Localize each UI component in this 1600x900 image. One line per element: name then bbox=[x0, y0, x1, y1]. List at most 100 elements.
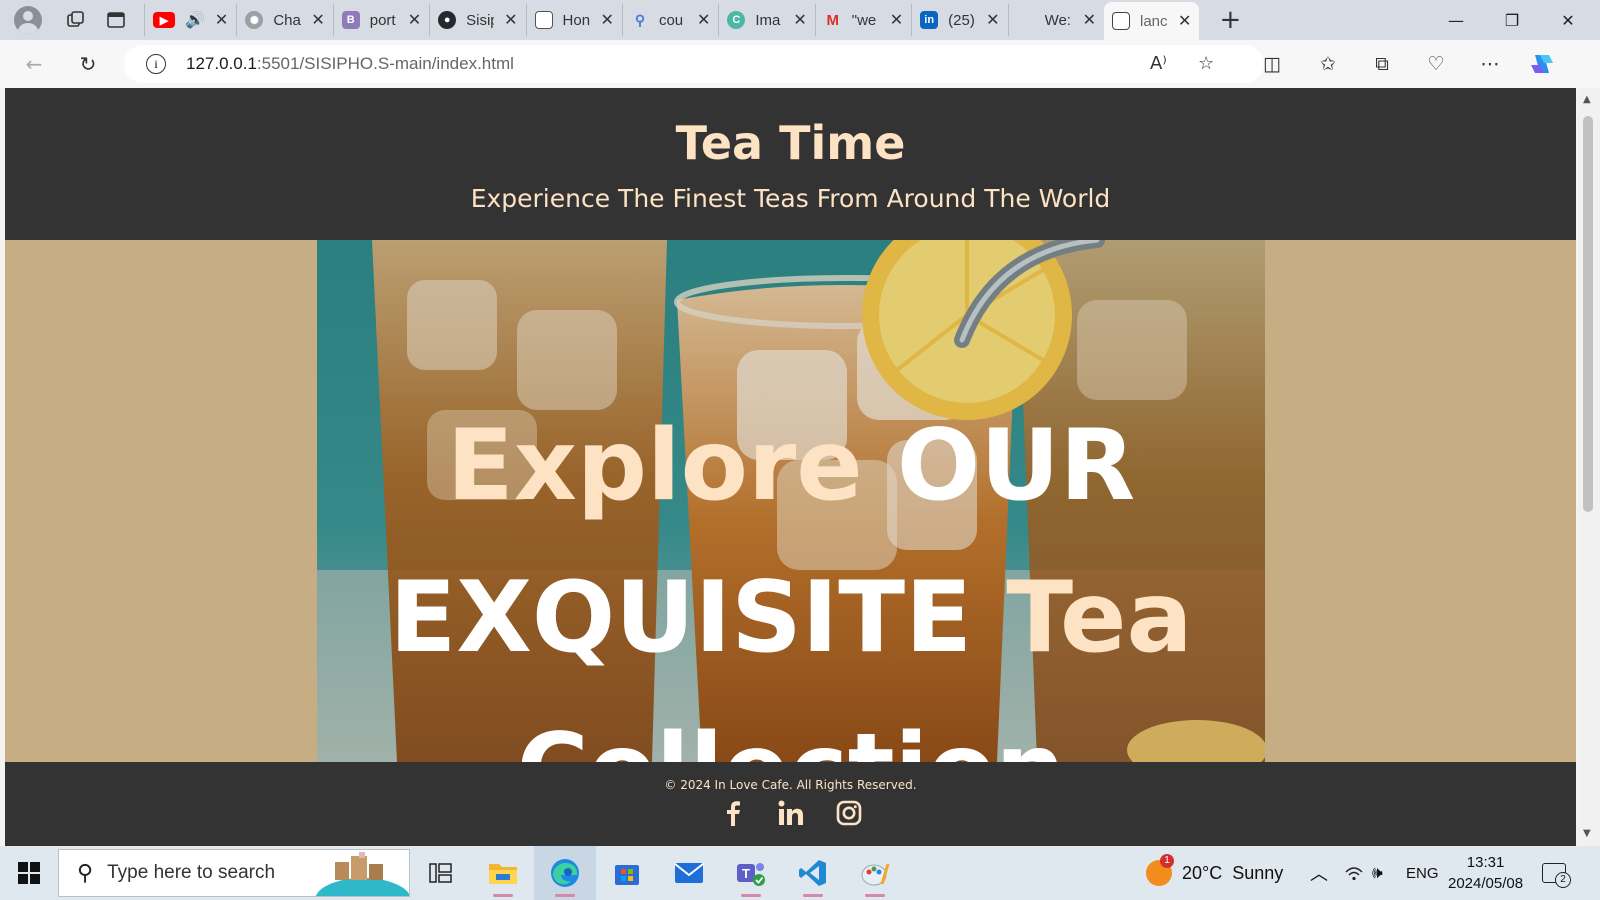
copilot-icon[interactable] bbox=[1522, 44, 1562, 84]
close-tab-icon[interactable]: ✕ bbox=[1083, 10, 1096, 30]
search-icon: ⚲ bbox=[77, 860, 94, 886]
tab-youtube[interactable]: ▶ 🔊 ✕ bbox=[144, 4, 236, 36]
microsoft-store-icon[interactable] bbox=[596, 846, 658, 900]
refresh-button[interactable]: ↻ bbox=[68, 44, 108, 84]
running-indicator bbox=[803, 894, 823, 897]
chatgpt-icon: ✺ bbox=[245, 11, 264, 29]
close-tab-icon[interactable]: ✕ bbox=[311, 10, 324, 30]
blank-icon bbox=[1017, 11, 1035, 29]
youtube-icon: ▶ bbox=[153, 12, 175, 28]
new-tab-button[interactable]: + bbox=[1215, 5, 1245, 35]
site-tagline: Experience The Finest Teas From Around T… bbox=[470, 184, 1111, 213]
search-highlight-illustration bbox=[315, 850, 409, 896]
page-icon bbox=[1111, 12, 1130, 30]
url-text[interactable]: 127.0.0.1:5501/SISIPHO.S-main/index.html bbox=[186, 54, 514, 74]
bootstrap-icon: B bbox=[341, 11, 360, 29]
taskbar-search[interactable]: ⚲ Type here to search bbox=[58, 849, 410, 897]
scroll-up-arrow-icon[interactable]: ▲ bbox=[1583, 94, 1591, 105]
vertical-tabs-icon[interactable] bbox=[98, 4, 134, 36]
favorites-icon[interactable]: ✩ bbox=[1308, 44, 1348, 84]
show-hidden-icons-chevron-icon[interactable]: ︿ bbox=[1310, 846, 1328, 900]
weather-text: 20°C Sunny bbox=[1182, 862, 1284, 883]
language-indicator[interactable]: ENG bbox=[1406, 846, 1439, 900]
tab-bootstrap[interactable]: B port ✕ bbox=[332, 4, 429, 36]
running-indicator bbox=[741, 894, 761, 897]
workspaces-icon[interactable] bbox=[58, 4, 94, 36]
read-aloud-icon[interactable]: A⁾ bbox=[1150, 53, 1167, 74]
tab-label: cou bbox=[658, 11, 684, 29]
site-info-icon[interactable]: i bbox=[146, 54, 166, 74]
restore-button[interactable]: ❐ bbox=[1484, 0, 1540, 40]
weather-sun-icon: 1 bbox=[1146, 854, 1174, 886]
tab-label: port bbox=[369, 11, 396, 29]
speaker-icon[interactable]: 🔊 bbox=[185, 10, 205, 30]
file-explorer-icon[interactable] bbox=[472, 846, 534, 900]
close-tab-icon[interactable]: ✕ bbox=[504, 10, 517, 30]
vscode-icon[interactable] bbox=[782, 846, 844, 900]
notification-center-icon[interactable]: 2 bbox=[1542, 846, 1571, 900]
profile-avatar[interactable] bbox=[14, 6, 42, 34]
tab-label: lanc bbox=[1139, 12, 1168, 30]
site-footer: © 2024 In Love Cafe. All Rights Reserved… bbox=[5, 762, 1576, 846]
close-tab-icon[interactable]: ✕ bbox=[215, 10, 228, 30]
collections-icon[interactable]: ⧉ bbox=[1362, 44, 1402, 84]
weather-widget[interactable]: 1 20°C Sunny bbox=[1146, 846, 1283, 900]
url-path: :5501/SISIPHO.S-main/index.html bbox=[256, 54, 514, 73]
scrollbar-thumb[interactable] bbox=[1583, 116, 1593, 512]
clock-time: 13:31 bbox=[1466, 854, 1505, 871]
volume-icon[interactable]: 🕪 bbox=[1372, 846, 1383, 900]
tab-web[interactable]: We: ✕ bbox=[1007, 4, 1104, 36]
clock-date: 2024/05/08 bbox=[1448, 875, 1524, 892]
mail-icon[interactable] bbox=[658, 846, 720, 900]
close-tab-icon[interactable]: ✕ bbox=[601, 10, 614, 30]
tab-label: Ima bbox=[755, 11, 781, 29]
tab-search[interactable]: ⚲ cou ✕ bbox=[621, 4, 718, 36]
close-tab-icon[interactable]: ✕ bbox=[793, 10, 806, 30]
edge-browser-icon[interactable] bbox=[534, 846, 596, 900]
minimize-button[interactable]: — bbox=[1428, 0, 1484, 40]
address-bar[interactable]: i 127.0.0.1:5501/SISIPHO.S-main/index.ht… bbox=[124, 45, 1264, 83]
tab-label: We: bbox=[1044, 11, 1071, 29]
weather-alert-badge: 1 bbox=[1160, 854, 1174, 868]
facebook-icon[interactable] bbox=[718, 798, 748, 828]
tab-github[interactable]: ● Sisip ✕ bbox=[429, 4, 525, 36]
scroll-down-arrow-icon[interactable]: ▼ bbox=[1583, 828, 1591, 839]
tab-home[interactable]: Hon ✕ bbox=[525, 4, 622, 36]
tab-canva[interactable]: C Ima ✕ bbox=[718, 4, 814, 36]
close-tab-icon[interactable]: ✕ bbox=[408, 10, 421, 30]
close-tab-icon[interactable]: ✕ bbox=[890, 10, 903, 30]
back-button[interactable]: ← bbox=[14, 44, 54, 84]
instagram-icon[interactable] bbox=[834, 798, 864, 828]
favorite-star-icon[interactable]: ☆ bbox=[1198, 53, 1214, 74]
svg-text:T: T bbox=[742, 866, 750, 881]
tab-gmail[interactable]: M "we ✕ bbox=[814, 4, 911, 36]
close-tab-icon[interactable]: ✕ bbox=[1178, 11, 1191, 31]
url-host: 127.0.0.1 bbox=[186, 54, 257, 73]
network-icon[interactable] bbox=[1344, 846, 1364, 900]
page-scrollbar[interactable]: ▲ ▼ bbox=[1578, 88, 1600, 846]
split-screen-icon[interactable]: ◫ bbox=[1252, 44, 1292, 84]
github-icon: ● bbox=[438, 11, 457, 29]
hero-word-exquisite: EXQUISITE bbox=[389, 561, 1007, 675]
hero-word-collection: Collection bbox=[517, 713, 1066, 762]
notification-count-badge: 2 bbox=[1555, 872, 1571, 888]
tab-landing-active[interactable]: lanc ✕ bbox=[1103, 2, 1200, 40]
windows-start-button[interactable] bbox=[0, 846, 58, 900]
tab-label: (25) bbox=[948, 11, 975, 29]
close-tab-icon[interactable]: ✕ bbox=[986, 10, 999, 30]
canva-icon: C bbox=[727, 11, 746, 29]
hero-section: Explore OUR EXQUISITE Tea Collection bbox=[5, 240, 1576, 762]
teams-icon[interactable]: T bbox=[720, 846, 782, 900]
tab-linkedin[interactable]: in (25) ✕ bbox=[911, 4, 1007, 36]
close-window-button[interactable]: ✕ bbox=[1540, 0, 1596, 40]
tab-label: Hon bbox=[562, 11, 591, 29]
clock[interactable]: 13:31 2024/05/08 bbox=[1448, 846, 1523, 900]
paint-icon[interactable] bbox=[844, 846, 906, 900]
more-menu-icon[interactable]: ⋯ bbox=[1470, 44, 1510, 84]
browser-essentials-icon[interactable]: ♡ bbox=[1416, 44, 1456, 84]
linkedin-icon[interactable] bbox=[776, 798, 806, 828]
tab-chatgpt[interactable]: ✺ Cha ✕ bbox=[236, 4, 332, 36]
close-tab-icon[interactable]: ✕ bbox=[697, 10, 710, 30]
task-view-icon[interactable] bbox=[410, 846, 472, 900]
page-icon bbox=[534, 11, 553, 29]
